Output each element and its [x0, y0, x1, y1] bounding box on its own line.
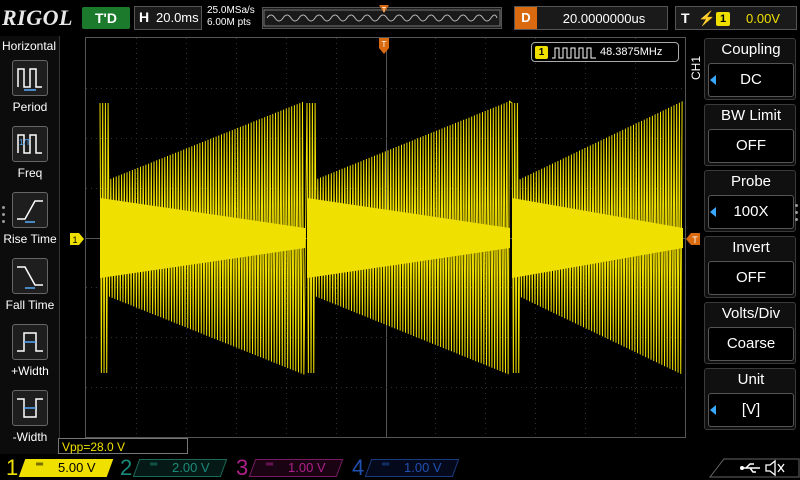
probe-value: 100X [708, 195, 794, 229]
volts-div-value: Coarse [708, 327, 794, 361]
probe-adjust-arrow-icon [710, 207, 716, 217]
svg-text:T: T [382, 40, 387, 49]
ch2-number: 2 [120, 455, 133, 480]
unit-softkey[interactable]: Unit [V] [704, 368, 796, 430]
svg-text:1/T: 1/T [19, 138, 31, 147]
measure-neg-width-label: -Width [12, 430, 48, 444]
fall-time-icon [12, 258, 48, 294]
bw-limit-title: BW Limit [721, 107, 781, 124]
coupling-title: Coupling [721, 41, 781, 58]
svg-text:1: 1 [72, 235, 77, 245]
timebase-value: 20.0ms [156, 10, 199, 25]
sample-rate: 25.0MSa/s [207, 5, 255, 16]
unit-adjust-arrow-icon [710, 405, 716, 415]
run-status-badge[interactable]: T'D [82, 7, 130, 29]
channel-menu-tab: CH1 [688, 40, 704, 100]
freq-channel-badge: 1 [535, 46, 548, 59]
left-scroll-dots [2, 206, 6, 227]
speaker-icon [765, 459, 785, 477]
coupling-value: DC [708, 63, 794, 97]
top-status-bar: RIGOL T'D H 20.0ms 25.0MSa/s 6.00M pts T… [0, 0, 800, 36]
trigger-position-marker: T [379, 5, 389, 14]
trigger-level-marker[interactable]: T [686, 233, 700, 245]
invert-softkey[interactable]: Invert OFF [704, 236, 796, 298]
waveform-display[interactable] [85, 37, 686, 438]
measure-fall-time-button[interactable]: Fall Time [0, 258, 60, 324]
horizontal-delay-display[interactable]: D 20.0000000us [514, 6, 668, 30]
measure-pos-width-button[interactable]: +Width [0, 324, 60, 390]
ch3-scale: 1.00 V [288, 460, 326, 475]
invert-value: OFF [708, 261, 794, 295]
bottom-right-indicators [708, 458, 800, 478]
measure-rise-time-button[interactable]: Rise Time [0, 192, 60, 258]
ch4-scale: 1.00 V [404, 460, 442, 475]
unit-value: [V] [708, 393, 794, 427]
svg-text:T: T [692, 235, 698, 245]
channel-status-bar: 1 ═ 5.00 V 2 ═ 2.00 V 3 ═ 1.00 V 4 ═ 1.0… [0, 455, 800, 480]
coupling-softkey[interactable]: Coupling DC [704, 38, 796, 100]
channel-menu-tab-label: CH1 [689, 55, 703, 80]
ch4-number: 4 [352, 455, 365, 480]
bw-limit-value: OFF [708, 129, 794, 163]
square-wave-icon [552, 47, 596, 59]
probe-title: Probe [730, 173, 772, 190]
timebase-letter: H [139, 9, 150, 25]
memory-depth: 6.00M pts [207, 17, 251, 28]
measure-fall-time-label: Fall Time [5, 298, 55, 312]
trigger-display[interactable]: T ⚡ 1 0.00V [675, 6, 797, 30]
delay-letter: D [515, 7, 537, 29]
ch1-ground-marker[interactable]: 1 [70, 233, 84, 245]
measurement-panel: Horizontal Period 1/T Freq Rise Time Fal… [0, 36, 60, 454]
right-scroll-dots [795, 204, 799, 225]
delay-value: 20.0000000us [562, 11, 646, 26]
trigger-time-marker[interactable]: T [379, 38, 389, 54]
measure-rise-time-label: Rise Time [3, 232, 57, 246]
measure-freq-label: Freq [17, 166, 43, 180]
bw-limit-softkey[interactable]: BW Limit OFF [704, 104, 796, 166]
rising-edge-icon: ⚡ [698, 10, 716, 26]
ch1-scale: 5.00 V [58, 460, 96, 475]
ch1-number: 1 [6, 455, 19, 480]
measure-period-button[interactable]: Period [0, 60, 60, 126]
ch3-number: 3 [236, 455, 249, 480]
ch2-scale: 2.00 V [172, 460, 210, 475]
freq-icon: 1/T [12, 126, 48, 162]
measure-neg-width-button[interactable]: -Width [0, 390, 60, 456]
neg-width-icon [12, 390, 48, 426]
acquisition-info: 25.0MSa/s 6.00M pts [207, 5, 255, 29]
volts-div-softkey[interactable]: Volts/Div Coarse [704, 302, 796, 364]
pos-width-icon [12, 324, 48, 360]
trigger-level-value: 0.00V [746, 11, 780, 26]
trigger-source-badge: 1 [716, 12, 730, 26]
ch1-waveform-trace [99, 100, 683, 375]
brand-logo: RIGOL [2, 5, 73, 30]
measurement-category-title: Horizontal [2, 39, 57, 53]
timebase-display[interactable]: H 20.0ms [134, 6, 202, 30]
vpp-measurement-readout[interactable]: Vpp=28.0 V [58, 438, 188, 454]
volts-div-title: Volts/Div [721, 305, 781, 322]
rise-time-icon [12, 192, 48, 228]
invert-title: Invert [732, 239, 770, 256]
vpp-value: Vpp=28.0 V [62, 440, 126, 454]
unit-title: Unit [737, 371, 765, 388]
usb-icon [740, 463, 760, 473]
probe-softkey[interactable]: Probe 100X [704, 170, 796, 232]
frequency-readout: 1 48.3875MHz [531, 42, 679, 62]
channel-settings-menu: Coupling DC BW Limit OFF Probe 100X Inve… [704, 38, 800, 432]
measure-period-label: Period [12, 100, 48, 114]
frequency-value: 48.3875MHz [600, 46, 663, 58]
coupling-adjust-arrow-icon [710, 75, 716, 85]
measure-freq-button[interactable]: 1/T Freq [0, 126, 60, 192]
measure-pos-width-label: +Width [11, 364, 49, 378]
period-icon [12, 60, 48, 96]
trigger-letter: T [681, 10, 690, 26]
svg-text:T: T [382, 7, 387, 14]
